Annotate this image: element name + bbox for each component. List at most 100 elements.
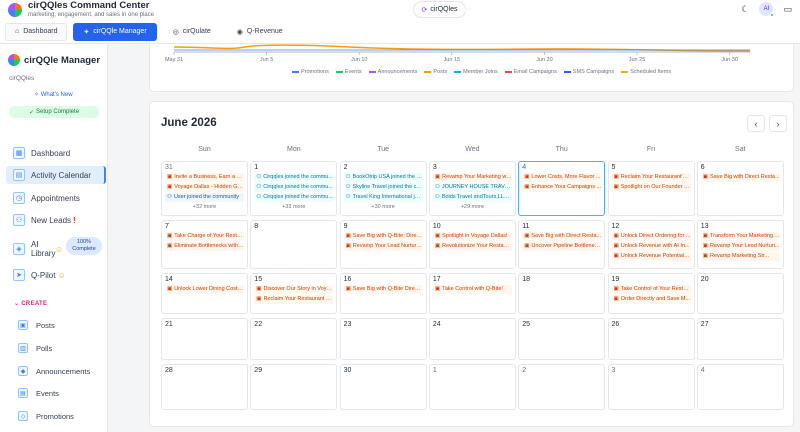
calendar-day-cell[interactable]: 1: [428, 364, 516, 410]
brand-switcher-button[interactable]: ⟳ cirQQles: [413, 1, 466, 18]
calendar-event[interactable]: ▣ Unlock Revenue Potential w...: [611, 252, 691, 261]
calendar-event[interactable]: ▣ Save Big with Direct Resta...: [522, 232, 602, 241]
calendar-day-cell[interactable]: 16 ▣ Save Big with Q-Bite Direct...: [339, 273, 427, 314]
sidebar-item-ai-library[interactable]: ◈ AI Library ☺: [6, 237, 64, 261]
calendar-day-cell[interactable]: 25: [518, 318, 606, 360]
calendar-day-cell[interactable]: 30: [339, 364, 427, 410]
calendar-day-cell[interactable]: 4 ▣ Lower Costs, More Flavor ... ▣ Enhance Y…: [518, 161, 606, 216]
tab-cirqulate[interactable]: ◎ cirQulate: [163, 23, 221, 41]
calendar-day-cell[interactable]: 24: [428, 318, 516, 360]
calendar-event[interactable]: ▣ Uncover Pipeline Bottlenec...: [522, 242, 602, 251]
calendar-event[interactable]: ▣ Eliminate Bottlenecks with ...: [165, 242, 244, 251]
calendar-event[interactable]: ▣ Take Control with Q-Bite!: [432, 285, 512, 294]
calendar-day-cell[interactable]: 1 ⚇ Cirqqles joined the commu... ⚇ Cirqqles …: [250, 161, 338, 216]
calendar-day-cell[interactable]: 19 ▣ Take Control of Your Resta... ▣ Order D…: [607, 273, 695, 314]
sidebar-item-promotions[interactable]: ◇ Promotions: [18, 408, 74, 424]
calendar-day-cell[interactable]: 31 ▣ Invite a Business, Earn a $... ▣ Voyage…: [161, 161, 248, 216]
more-events-link[interactable]: +32 more: [162, 203, 247, 211]
calendar-day-cell[interactable]: 28: [161, 364, 248, 410]
calendar-event[interactable]: ▣ Revamp Your Lead Nurturin...: [343, 242, 423, 251]
calendar-day-cell[interactable]: 14 ▣ Unlock Lower Dining Costs...: [161, 273, 248, 314]
calendar-day-cell[interactable]: 27: [696, 318, 784, 360]
calendar-event[interactable]: ⚇ Bolds Travel andTours,LLC ...: [432, 193, 512, 202]
more-events-link[interactable]: +30 more: [341, 203, 426, 211]
calendar-event[interactable]: ▣ Lower Costs, More Flavor ...: [522, 173, 602, 182]
calendar-event[interactable]: ▣ Revolutionize Your Restaur...: [432, 242, 512, 251]
sidebar-item-activity-calendar[interactable]: ▤ Activity Calendar: [6, 166, 106, 184]
legend-item[interactable]: Email Campaigns: [504, 69, 557, 75]
calendar-event[interactable]: ▣ Spotlight in Voyage Dallas!: [432, 232, 512, 241]
tab-dashboard[interactable]: ⌂ Dashboard: [5, 22, 68, 41]
calendar-day-cell[interactable]: 11 ▣ Save Big with Direct Resta... ▣ Uncover…: [518, 220, 606, 269]
legend-item[interactable]: Announcements: [368, 69, 417, 75]
calendar-day-cell[interactable]: 18: [518, 273, 606, 314]
tab-q-revenue[interactable]: ◉ Q-Revenue: [227, 23, 293, 41]
calendar-day-cell[interactable]: 13 ▣ Transform Your Marketing ... ▣ Revamp Y…: [696, 220, 784, 269]
calendar-event[interactable]: ⚇ Travel King International joi...: [343, 193, 423, 202]
legend-item[interactable]: SMS Campaigns: [563, 69, 614, 75]
calendar-day-cell[interactable]: 8: [250, 220, 338, 269]
calendar-event[interactable]: ⚇ Cirqqles joined the commu...: [254, 183, 334, 192]
calendar-day-cell[interactable]: 29: [250, 364, 338, 410]
calendar-event[interactable]: ▣ Enhance Your Campaigns ...: [522, 183, 602, 192]
sidebar-item-appointments[interactable]: ◷ Appointments: [6, 189, 106, 207]
next-month-button[interactable]: ›: [769, 115, 787, 132]
calendar-event[interactable]: ▣ Unlock Lower Dining Costs...: [165, 285, 244, 294]
calendar-event[interactable]: ⚇ BookOtrip USA joined the c...: [343, 173, 423, 182]
sidebar-item-new-leads[interactable]: ⚇ New Leads !: [6, 211, 106, 229]
calendar-day-cell[interactable]: 20: [696, 273, 784, 314]
calendar-day-cell[interactable]: 7 ▣ Take Charge of Your Resta... ▣ Eliminate…: [161, 220, 248, 269]
create-section-header[interactable]: ⌄ CREATE: [14, 300, 47, 307]
chat-icon[interactable]: ▭: [783, 4, 792, 15]
calendar-day-cell[interactable]: 15 ▣ Discover Our Story in Voya... ▣ Reclaim…: [250, 273, 338, 314]
calendar-day-cell[interactable]: 9 ▣ Save Big with Q-Bite: Direct... ▣ Revamp…: [339, 220, 427, 269]
tab-cirqqle-manager[interactable]: ✦ cirQQle Manager: [73, 22, 157, 41]
calendar-day-cell[interactable]: 12 ▣ Unlock Direct Ordering for ... ▣ Unlock…: [607, 220, 695, 269]
legend-item[interactable]: Posts: [424, 69, 447, 75]
calendar-event[interactable]: ▣ Order Directly and Save M...: [611, 295, 691, 304]
calendar-event[interactable]: ⚇ Skyline Travel joined the c...: [343, 183, 423, 192]
calendar-event[interactable]: ⚇ User joined the community: [165, 193, 244, 202]
calendar-day-cell[interactable]: 3 ▣ Revamp Your Marketing wit... ⚇ JOURNEY H…: [428, 161, 516, 216]
sidebar-item-posts[interactable]: ▣ Posts: [18, 317, 55, 333]
calendar-event[interactable]: ▣ Revamp Your Lead Nurturi...: [700, 242, 780, 251]
calendar-day-cell[interactable]: 26: [607, 318, 695, 360]
calendar-day-cell[interactable]: 22: [250, 318, 338, 360]
calendar-day-cell[interactable]: 17 ▣ Take Control with Q-Bite!: [428, 273, 516, 314]
sidebar-item-dashboard[interactable]: ▦ Dashboard: [6, 144, 106, 162]
calendar-event[interactable]: ▣ Revamp Marketing Str...: [700, 252, 780, 261]
avatar[interactable]: AI: [759, 2, 775, 17]
calendar-event[interactable]: ⚇ JOURNEY HOUSE TRAVEL I...: [432, 183, 512, 192]
calendar-event[interactable]: ▣ Spotlight on Our Founder in...: [611, 183, 691, 192]
theme-toggle-icon[interactable]: ☾: [741, 4, 749, 15]
sidebar-item-q-pilot[interactable]: ➤ Q-Pilot ☺: [6, 266, 106, 284]
sidebar-item-announcements[interactable]: ◆ Announcements: [18, 363, 90, 379]
calendar-event[interactable]: ▣ Unlock Direct Ordering for ...: [611, 232, 691, 241]
calendar-day-cell[interactable]: 5 ▣ Reclaim Your Restaurant's ... ▣ Spotligh…: [607, 161, 695, 216]
sidebar-item-polls[interactable]: ▥ Polls: [18, 340, 52, 356]
legend-item[interactable]: Events: [335, 69, 362, 75]
calendar-event[interactable]: ⚇ Cirqqles joined the commu...: [254, 193, 334, 202]
calendar-event[interactable]: ▣ Take Charge of Your Resta...: [165, 232, 244, 241]
calendar-day-cell[interactable]: 4: [696, 364, 784, 410]
calendar-day-cell[interactable]: 21: [161, 318, 248, 360]
legend-item[interactable]: Member Joins: [454, 69, 498, 75]
calendar-event[interactable]: ▣ Reclaim Your Restaurant Pr...: [254, 295, 334, 304]
legend-item[interactable]: Scheduled Items: [621, 69, 671, 75]
calendar-event[interactable]: ▣ Discover Our Story in Voya...: [254, 285, 334, 294]
calendar-event[interactable]: ▣ Take Control of Your Resta...: [611, 285, 691, 294]
calendar-day-cell[interactable]: 23: [339, 318, 427, 360]
calendar-event[interactable]: ▣ Invite a Business, Earn a $...: [165, 173, 244, 182]
calendar-event[interactable]: ▣ Save Big with Q-Bite: Direct...: [343, 232, 423, 241]
more-events-link[interactable]: +29 more: [430, 203, 515, 211]
legend-item[interactable]: Promotions: [292, 69, 329, 75]
calendar-event[interactable]: ▣ Save Big with Q-Bite Direct...: [343, 285, 423, 294]
calendar-event[interactable]: ▣ Voyage Dallas - Hidden Ge...: [165, 183, 244, 192]
calendar-day-cell[interactable]: 3: [607, 364, 695, 410]
calendar-day-cell[interactable]: 6 ▣ Save Big with Direct Resta...: [696, 161, 784, 216]
calendar-event[interactable]: ▣ Unlock Revenue with AI In...: [611, 242, 691, 251]
calendar-day-cell[interactable]: 2: [518, 364, 606, 410]
calendar-event[interactable]: ▣ Save Big with Direct Resta...: [700, 173, 780, 182]
sidebar-item-events[interactable]: ▤ Events: [18, 385, 59, 401]
calendar-day-cell[interactable]: 10 ▣ Spotlight in Voyage Dallas! ▣ Revolutio…: [428, 220, 516, 269]
